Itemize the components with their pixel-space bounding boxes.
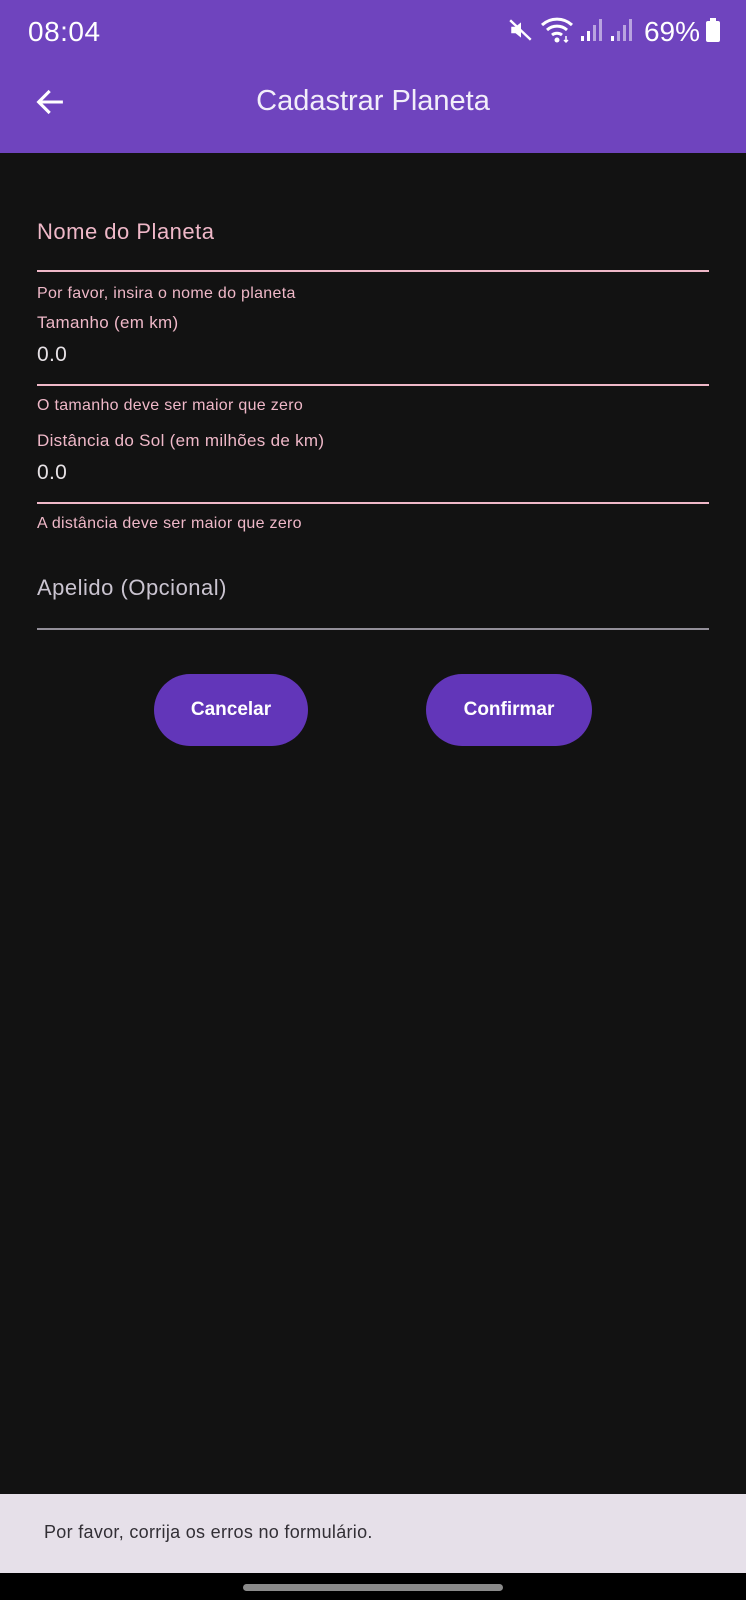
battery-icon — [706, 17, 720, 47]
confirm-button[interactable]: Confirmar — [426, 674, 592, 746]
planet-nickname-underline — [37, 628, 709, 630]
system-nav-bar — [0, 1573, 746, 1600]
battery-percent: 69% — [643, 16, 700, 47]
app-bar: Cadastrar Planeta — [0, 64, 746, 153]
planet-distance-label: Distância do Sol (em milhões de km) — [37, 431, 325, 450]
planet-nickname-label: Apelido (Opcional) — [37, 575, 227, 600]
planet-distance-error: A distância deve ser maior que zero — [37, 515, 302, 532]
wifi-icon — [540, 16, 574, 49]
status-time: 08:04 — [28, 16, 101, 47]
planet-size-field[interactable]: Tamanho (em km) 0.0 O tamanho deve ser m… — [37, 313, 709, 423]
mute-icon — [508, 17, 534, 48]
planet-distance-value: 0.0 — [37, 461, 68, 484]
cancel-button[interactable]: Cancelar — [154, 674, 308, 746]
page-title: Cadastrar Planeta — [256, 85, 490, 117]
planet-name-underline — [37, 270, 709, 272]
planet-distance-underline — [37, 502, 709, 504]
signal-icon — [610, 17, 634, 48]
planet-size-label: Tamanho (em km) — [37, 313, 179, 332]
planet-name-label: Nome do Planeta — [37, 219, 215, 244]
nav-gesture-handle[interactable] — [243, 1584, 503, 1591]
snackbar-message: Por favor, corrija os erros no formulári… — [44, 1522, 373, 1542]
planet-distance-field[interactable]: Distância do Sol (em milhões de km) 0.0 … — [37, 431, 709, 541]
status-bar: 08:04 69% — [0, 0, 746, 64]
snackbar: Por favor, corrija os erros no formulári… — [0, 1494, 746, 1573]
planet-name-error: Por favor, insira o nome do planeta — [37, 285, 296, 302]
planet-nickname-field[interactable]: Apelido (Opcional) — [37, 571, 709, 651]
signal-icon — [580, 17, 604, 48]
planet-size-error: O tamanho deve ser maior que zero — [37, 397, 304, 414]
screen: 08:04 69% Cadastrar Planeta Nome do Plan… — [0, 0, 746, 1600]
planet-size-value: 0.0 — [37, 343, 68, 366]
planet-size-underline — [37, 384, 709, 386]
top-bar: 08:04 69% Cadastrar Planeta — [0, 0, 746, 153]
status-icons: 69% — [508, 14, 720, 50]
